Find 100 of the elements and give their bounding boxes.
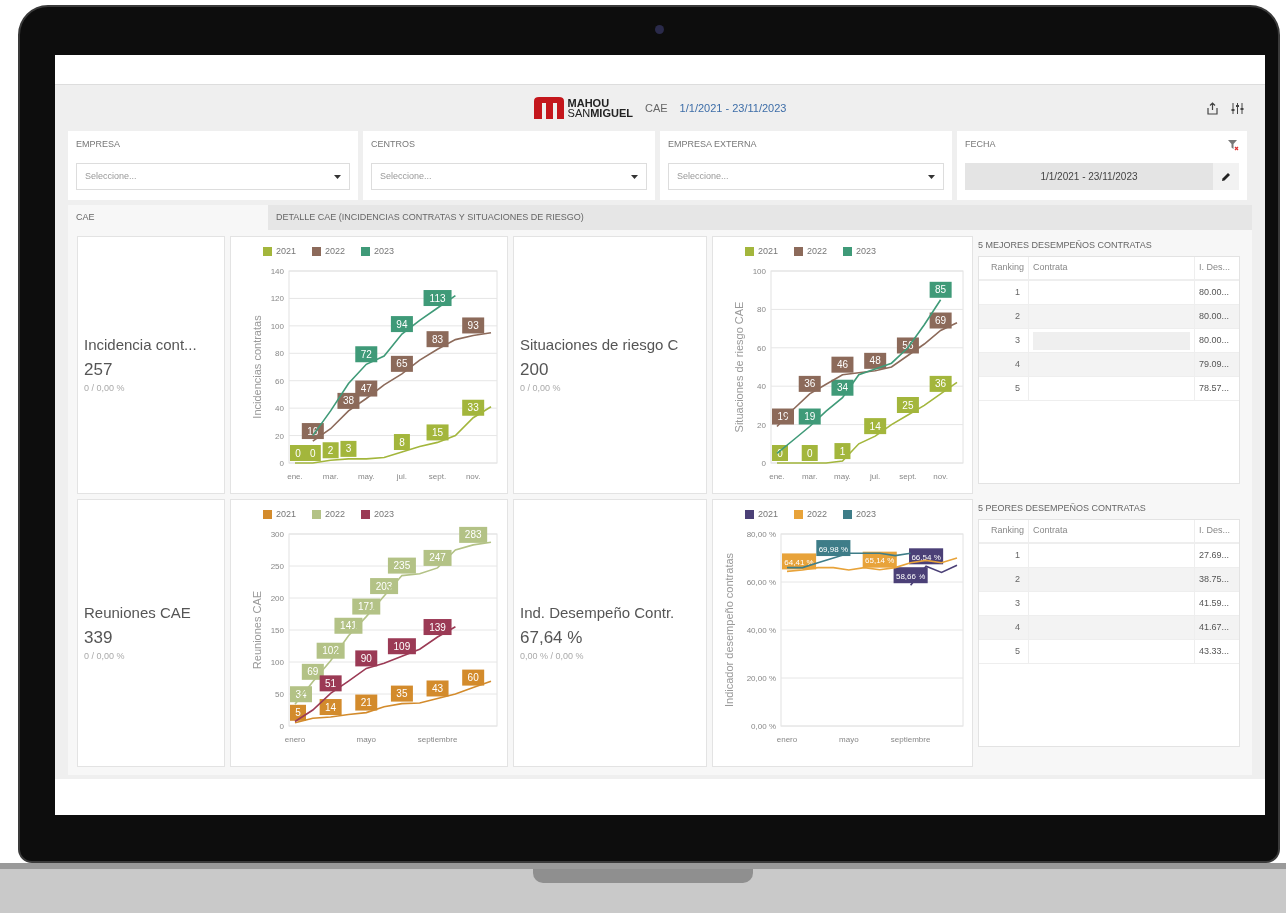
data-label: 94 <box>396 318 408 330</box>
edit-button[interactable] <box>1213 163 1239 190</box>
axis-title: Incidencias contratas <box>251 314 263 419</box>
table-cell: 5 <box>979 377 1029 401</box>
data-label: 38 <box>342 394 355 406</box>
tick-label: may. <box>357 471 375 481</box>
data-label: 34 <box>290 685 312 702</box>
data-label: 83 <box>431 333 444 345</box>
tick-label: mayo <box>839 734 859 744</box>
data-label: 109 <box>393 640 411 652</box>
legend-swatch <box>794 247 804 257</box>
tick-label: nov. <box>465 471 481 481</box>
logo-text: MAHOU <box>567 98 611 108</box>
dropdown-field[interactable]: Seleccione... <box>668 163 944 190</box>
data-label: 72 <box>355 345 378 362</box>
table-cell: 3 <box>979 592 1029 616</box>
tick-label: 120 <box>270 293 284 303</box>
data-label: 83 <box>426 330 449 347</box>
data-label: 0 <box>806 447 813 458</box>
table-cell: 2 <box>979 568 1029 592</box>
kpi-value: 67,64 % <box>520 626 584 649</box>
data-label: 69 <box>935 314 947 326</box>
axis-title: Indicador desempeño contratas <box>723 552 735 707</box>
data-label: 85 <box>929 281 952 298</box>
data-label: 48 <box>864 352 887 369</box>
data-label: 8 <box>399 436 406 448</box>
legend-swatch <box>745 510 754 520</box>
tick-label: 300 <box>270 529 284 539</box>
data-label: 36 <box>804 377 816 389</box>
tick-label: 0 <box>279 721 284 731</box>
data-label: 3 <box>345 442 352 454</box>
data-label: 141 <box>334 617 363 634</box>
data-label: 25 <box>896 396 919 413</box>
tick-label: sept. <box>428 471 447 481</box>
filter-label: EMPRESA EXTERNA <box>668 138 757 152</box>
data-label: 283 <box>464 528 482 540</box>
data-label: 46 <box>831 356 854 373</box>
kpi-value: 200 <box>520 358 550 381</box>
dropdown-field[interactable]: Seleccione... <box>371 163 647 190</box>
tick-label: 60 <box>275 376 284 386</box>
dropdown-field[interactable]: Seleccione... <box>76 163 350 190</box>
tick-label: 40,00 % <box>746 625 776 635</box>
header-date-range: 1/1/2021 - 23/11/2023 <box>679 100 787 116</box>
data-label: 15 <box>426 423 449 440</box>
tab[interactable]: CAE <box>68 205 268 230</box>
table-cell: 1 <box>979 544 1029 568</box>
tick-label: 20,00 % <box>746 673 776 683</box>
data-label: 47 <box>360 382 373 394</box>
data-label: 51 <box>319 674 342 691</box>
table-cell: 3 <box>979 329 1029 353</box>
legend-label: 2021 <box>276 508 297 521</box>
logo-icon <box>533 97 564 119</box>
data-label: 36 <box>798 375 821 392</box>
data-label: 19 <box>804 410 816 422</box>
data-label: 139 <box>429 621 447 633</box>
data-label: 69,98 % <box>816 539 851 556</box>
data-label: 0 <box>801 444 818 461</box>
legend-swatch <box>745 247 754 257</box>
data-label: 60 <box>462 669 485 686</box>
table-cell: 4 <box>979 353 1029 377</box>
data-label: 90 <box>355 649 378 666</box>
data-label: 19 <box>798 408 821 424</box>
kpi-title: Ind. Desempeño Contr. <box>520 603 676 624</box>
tick-label: 80,00 % <box>746 529 776 539</box>
data-label: 34 <box>831 379 854 396</box>
legend-swatch <box>312 510 322 520</box>
data-label: 247 <box>429 551 447 563</box>
tick-label: sept. <box>899 471 917 481</box>
table-cell: 80.00... <box>1195 305 1239 329</box>
axis-title: Reuniones CAE <box>251 590 263 669</box>
data-label: 14 <box>869 420 882 432</box>
data-label: 2 <box>322 441 339 458</box>
sliders-icon[interactable] <box>1231 101 1244 115</box>
tick-label: 20 <box>757 420 766 430</box>
date-range-field[interactable]: 1/1/2021 - 23/11/2023 <box>965 163 1213 190</box>
data-label: 1 <box>839 445 846 457</box>
data-label: 15 <box>431 426 444 438</box>
clear-filter-icon[interactable] <box>1227 139 1239 151</box>
tick-label: ene. <box>769 471 785 481</box>
data-label: 5 <box>290 704 306 721</box>
data-label: 203 <box>375 580 393 592</box>
caret-icon <box>631 174 638 179</box>
data-label: 171 <box>357 600 376 612</box>
share-icon[interactable] <box>1206 101 1219 115</box>
data-label: 65 <box>396 357 408 369</box>
tick-label: 250 <box>270 561 284 571</box>
tick-label: septiembre <box>417 734 458 744</box>
data-label: 109 <box>387 637 416 654</box>
module-name: CAE <box>644 100 668 116</box>
data-label: 102 <box>316 642 345 659</box>
kpi-subtitle: 0 / 0,00 % <box>520 382 562 396</box>
data-label: 69 <box>929 312 952 328</box>
caret-icon <box>928 174 935 179</box>
legend-swatch <box>312 247 322 257</box>
tab[interactable]: DETALLE CAE (INCIDENCIAS CONTRATAS Y SITUACIONES DE RIESGO) <box>268 205 1252 230</box>
tick-label: may. <box>834 471 851 481</box>
data-label: 34 <box>295 688 307 700</box>
tick-label: enero <box>776 734 798 744</box>
data-label: 85 <box>935 283 947 295</box>
data-label: 51 <box>325 677 337 689</box>
